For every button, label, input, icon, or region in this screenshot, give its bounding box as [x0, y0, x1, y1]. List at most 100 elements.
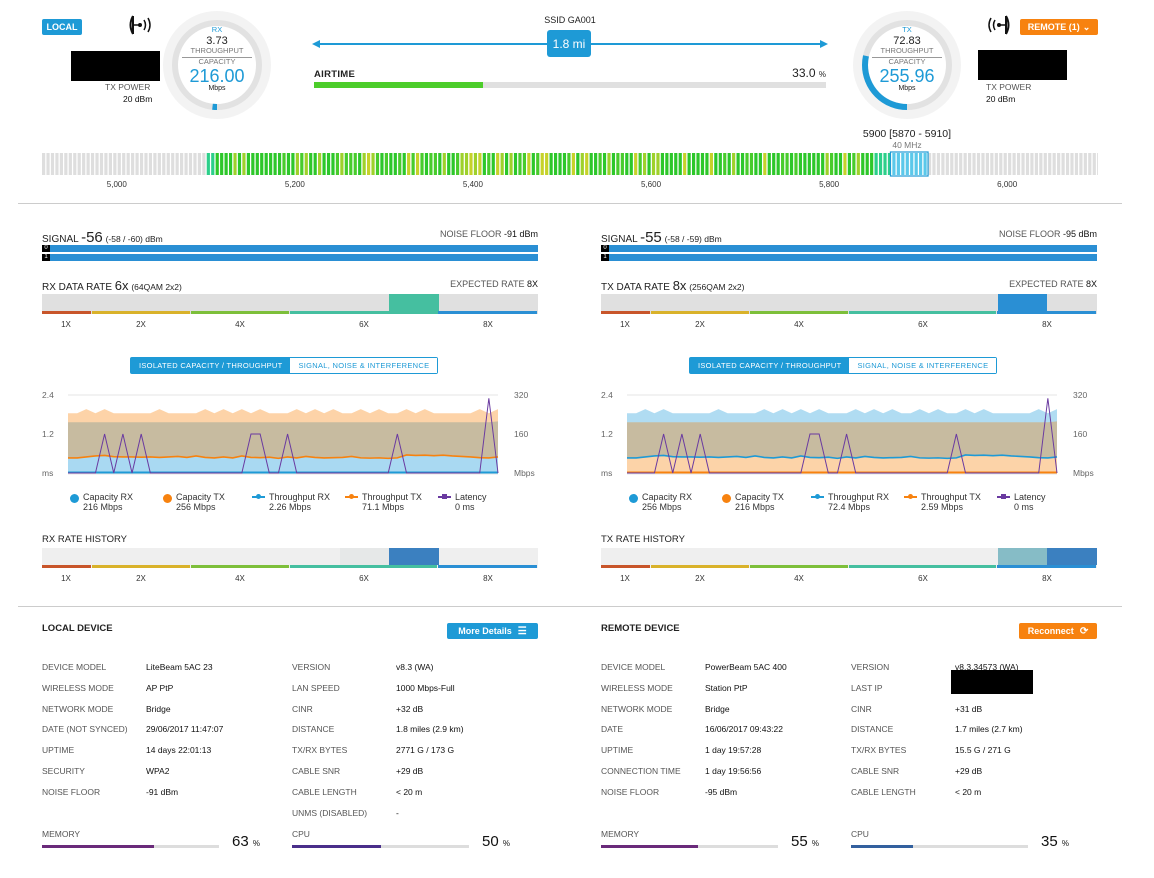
gauge-capacity: 216.00 [189, 65, 245, 86]
chart-legend: Capacity RX 256 Mbps Capacity TX 216 Mbps Th… [625, 492, 1090, 512]
spectrum-bar [1088, 153, 1092, 175]
spectrum-bar [126, 153, 130, 175]
reconnect-button[interactable]: Reconnect ⟳ [1019, 623, 1097, 639]
field-label: NETWORK MODE [601, 703, 673, 714]
field-value: 1.8 miles (2.9 km) [396, 724, 464, 735]
spectrum-bar [451, 153, 455, 175]
legend-dot-icon [163, 494, 172, 503]
spectrum-bar [1003, 153, 1007, 175]
spectrum-bar [389, 153, 393, 175]
field-label: WIRELESS MODE [601, 682, 673, 693]
legend-item[interactable]: Throughput TX 2.59 Mbps [904, 492, 997, 512]
rate-label: 4X [794, 574, 804, 583]
field-label: TX/RX BYTES [292, 745, 348, 756]
percent-unit: % [1061, 839, 1069, 848]
spectrum-bar [220, 153, 224, 175]
spectrum-bar [634, 153, 638, 175]
field-value: 1.7 miles (2.7 km) [955, 724, 1023, 735]
spectrum-bar [55, 153, 59, 175]
left-axis-tick: 1.2 [42, 429, 54, 439]
right-axis-tick: Mbps [1073, 468, 1094, 478]
rate-history-bar [42, 548, 538, 568]
gauge-direction: RX [211, 25, 223, 34]
spectrum-bar [349, 153, 353, 175]
spectrum-bar [162, 153, 166, 175]
spectrum-bar [785, 153, 789, 175]
frequency-spectrum[interactable]: 5,000 5,200 5,400 5,600 5,800 6,000 [42, 150, 1098, 194]
legend-item[interactable]: Throughput TX 71.1 Mbps [345, 492, 438, 512]
spectrum-bar [246, 153, 250, 175]
more-details-button[interactable]: More Details ☰ [447, 623, 538, 639]
spectrum-bar [260, 153, 264, 175]
spectrum-bar [736, 153, 740, 175]
cpu-label: CPU [851, 829, 869, 839]
spectrum-bar [1083, 153, 1087, 175]
spectrum-bar [362, 153, 366, 175]
legend-item[interactable]: Latency 0 ms [997, 492, 1090, 512]
spectrum-bar [1039, 153, 1043, 175]
spectrum-bar [776, 153, 780, 175]
field-value: Bridge [146, 703, 171, 714]
memory-label: MEMORY [601, 829, 640, 839]
spectrum-bar [393, 153, 397, 175]
spectrum-bar [211, 153, 215, 175]
legend-item[interactable]: Throughput RX 72.4 Mbps [811, 492, 904, 512]
spectrum-bar [767, 153, 771, 175]
tx-gauge-text: TX 72.83 THROUGHPUT CAPACITY 255.96 Mbps [872, 25, 942, 93]
spectrum-bar [90, 153, 95, 175]
rate-label: 6X [359, 574, 369, 583]
field-value: 1 day 19:57:28 [705, 745, 762, 756]
spectrum-bar [594, 153, 598, 175]
local-link-panel: SIGNAL -56 (-58 / -60) dBm NOISE FLOOR -9… [42, 229, 538, 583]
spectrum-bar [968, 153, 972, 175]
legend-item[interactable]: Capacity TX 256 Mbps [159, 492, 252, 512]
legend-item[interactable]: Capacity RX 256 Mbps [625, 492, 718, 512]
airtime-label: AIRTIME [314, 69, 356, 80]
spectrum-bar [82, 153, 86, 175]
spectrum-bar [326, 153, 331, 175]
spectrum-bar [923, 153, 927, 175]
field-label: UPTIME [601, 745, 634, 756]
right-axis-tick: 160 [1073, 429, 1087, 439]
redacted-remote-name [978, 50, 1067, 80]
spectrum-bar [1048, 153, 1052, 175]
spectrum-bar [171, 153, 175, 175]
field-value: 14 days 22:01:13 [146, 745, 212, 756]
legend-item[interactable]: Capacity RX 216 Mbps [66, 492, 159, 512]
spectrum-bar [424, 153, 429, 175]
spectrum-bar [318, 153, 322, 175]
spectrum-bar [843, 153, 847, 175]
spectrum-bar [1070, 153, 1074, 175]
right-axis-tick: Mbps [514, 468, 535, 478]
spectrum-tick-label: 5,000 [107, 180, 128, 189]
rx-gauge-text: RX 3.73 THROUGHPUT CAPACITY 216.00 Mbps [182, 25, 252, 93]
spectrum-bar [469, 153, 473, 175]
spectrum-bar [527, 153, 531, 175]
rate-segment [651, 565, 749, 568]
rate-label: 2X [695, 574, 705, 583]
rate-label: 1X [620, 574, 630, 583]
local-device-panel: LOCAL DEVICE More Details ☰ DEVICE MODEL Lit… [42, 622, 538, 862]
spectrum-bar [1052, 153, 1056, 175]
spectrum-bar [438, 153, 442, 175]
spectrum-bar [901, 153, 905, 175]
local-badge[interactable]: LOCAL [42, 19, 82, 35]
spectrum-bar [513, 153, 518, 175]
spectrum-bar [411, 153, 415, 175]
legend-item[interactable]: Latency 0 ms [438, 492, 531, 512]
left-axis-tick: 1.2 [601, 429, 613, 439]
spectrum-tick-label: 5,400 [463, 180, 484, 189]
remote-selector-button[interactable]: REMOTE (1) ⌄ [1020, 19, 1098, 35]
legend-dot-icon [70, 494, 79, 503]
spectrum-bar [602, 153, 607, 175]
spectrum-bar [505, 153, 509, 175]
legend-item[interactable]: Capacity TX 216 Mbps [718, 492, 811, 512]
right-axis-tick: 320 [514, 390, 528, 400]
field-label: CABLE SNR [292, 766, 341, 776]
spectrum-bar [188, 153, 193, 175]
legend-item[interactable]: Throughput RX 2.26 Mbps [252, 492, 345, 512]
spectrum-bar [798, 153, 803, 175]
spectrum-bar [687, 153, 691, 175]
spectrum-bar [745, 153, 749, 175]
spectrum-bar [972, 153, 976, 175]
